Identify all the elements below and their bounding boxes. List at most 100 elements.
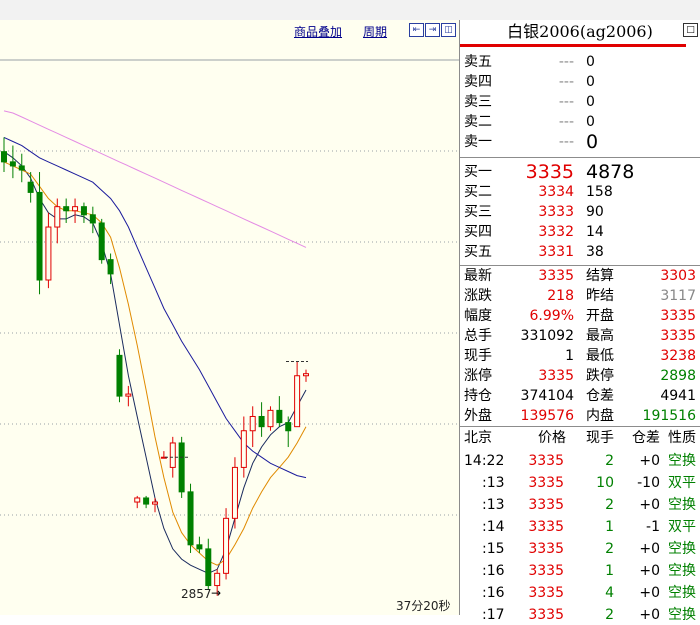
bid-price: 3335 <box>525 161 574 183</box>
window-restore-icon[interactable]: □ <box>683 23 698 37</box>
arrow-left-box-icon[interactable]: ⇤ <box>409 23 424 37</box>
candle-body <box>223 517 230 574</box>
candle-body <box>205 548 212 587</box>
candle-body <box>72 206 79 212</box>
countdown-label: 37分20秒 <box>396 599 451 613</box>
tick-price: 3335 <box>528 563 564 579</box>
tick-nature: 双平 <box>668 475 696 491</box>
tick-time: :16 <box>482 563 505 579</box>
tick-volume: 2 <box>605 497 614 513</box>
bid-row[interactable]: 买三 3333 90 <box>460 202 700 222</box>
tick-row[interactable]: :17 3335 2 +0 空换 <box>460 605 700 625</box>
bid-label: 买四 <box>464 224 492 240</box>
tick-diff: +0 <box>639 497 660 513</box>
bid-row[interactable]: 买一 3335 4878 <box>460 162 700 182</box>
divider <box>460 157 700 158</box>
candle-body <box>36 191 43 281</box>
candle-body <box>267 409 274 428</box>
bid-volume: 38 <box>586 244 604 260</box>
tick-nature: 空换 <box>668 607 696 623</box>
stat-label: 总手 <box>464 328 492 344</box>
tick-row[interactable]: :16 3335 1 +0 空换 <box>460 561 700 581</box>
period-link[interactable]: 周期 <box>363 23 387 40</box>
tick-row[interactable]: :16 3335 4 +0 空换 <box>460 583 700 603</box>
tick-price: 3335 <box>528 607 564 623</box>
overlay-commodity-link[interactable]: 商品叠加 <box>294 23 342 40</box>
tick-diff: +0 <box>639 453 660 469</box>
ask-volume: 0 <box>586 94 595 110</box>
candle-body <box>152 501 158 505</box>
candle-body <box>249 415 256 432</box>
bid-row[interactable]: 买四 3332 14 <box>460 222 700 242</box>
tick-time: :13 <box>482 475 505 491</box>
ask-volume: 0 <box>586 114 595 130</box>
stats-row: 现手 1 最低 3238 <box>460 346 700 366</box>
ask-row[interactable]: 卖二 --- 0 <box>460 112 700 132</box>
tick-row[interactable]: :15 3335 2 +0 空换 <box>460 539 700 559</box>
stat-label: 现手 <box>464 348 492 364</box>
ask-price: --- <box>558 114 574 130</box>
stats-row: 幅度 6.99% 开盘 3335 <box>460 306 700 326</box>
tick-time: :16 <box>482 585 505 601</box>
stat-value: 218 <box>547 288 574 304</box>
stat-label: 幅度 <box>464 308 492 324</box>
candle-body <box>80 206 87 216</box>
tick-row[interactable]: :13 3335 10 -10 双平 <box>460 473 700 493</box>
tick-row[interactable]: 14:22 3335 2 +0 空换 <box>460 451 700 471</box>
bid-label: 买五 <box>464 244 492 260</box>
bid-label: 买二 <box>464 184 492 200</box>
stats-row: 最新 3335 结算 3303 <box>460 266 700 286</box>
tick-row[interactable]: :14 3335 1 -1 双平 <box>460 517 700 537</box>
stat-value: 331092 <box>520 328 574 344</box>
tick-time: :15 <box>482 541 505 557</box>
bid-price: 3334 <box>538 184 574 200</box>
stat-value: 139576 <box>520 408 574 424</box>
candle-body <box>214 572 221 587</box>
divider <box>460 426 700 427</box>
ask-row[interactable]: 卖一 --- 0 <box>460 132 700 152</box>
kline-chart-panel[interactable]: 商品叠加 周期 ⇤ ⇥ ◫ 2857 → 37分20秒 <box>0 20 460 615</box>
candle-body <box>143 497 150 505</box>
bid-price: 3331 <box>538 244 574 260</box>
bid-row[interactable]: 买二 3334 158 <box>460 182 700 202</box>
tick-time: :14 <box>482 519 505 535</box>
tick-diff: +0 <box>639 563 660 579</box>
ask-label: 卖四 <box>464 74 492 90</box>
top-strip <box>0 0 700 21</box>
tick-price: 3335 <box>528 497 564 513</box>
stat-value: 3335 <box>660 328 696 344</box>
tick-volume: 2 <box>605 541 614 557</box>
stat-label: 内盘 <box>586 408 614 424</box>
stat-label: 外盘 <box>464 408 492 424</box>
ask-row[interactable]: 卖四 --- 0 <box>460 72 700 92</box>
stat-label: 昨结 <box>586 288 614 304</box>
stat-label: 结算 <box>586 268 614 284</box>
kline-chart[interactable] <box>0 20 459 615</box>
candle-body <box>1 151 7 163</box>
stats-row: 涨停 3335 跌停 2898 <box>460 366 700 386</box>
candle-body <box>27 181 34 193</box>
stat-label: 仓差 <box>586 388 614 404</box>
ticks-col-diff: 仓差 <box>632 430 660 446</box>
tick-price: 3335 <box>528 475 564 491</box>
candle-body <box>134 497 141 503</box>
ask-row[interactable]: 卖五 --- 0 <box>460 52 700 72</box>
split-panel-icon[interactable]: ◫ <box>441 23 456 37</box>
bid-row[interactable]: 买五 3331 38 <box>460 242 700 262</box>
ask-label: 卖五 <box>464 54 492 70</box>
tick-volume: 2 <box>605 607 614 623</box>
ask-row[interactable]: 卖三 --- 0 <box>460 92 700 112</box>
tick-time: :13 <box>482 497 505 513</box>
stat-label: 涨停 <box>464 368 492 384</box>
bid-volume: 4878 <box>586 161 635 183</box>
candle-body <box>116 354 123 397</box>
stat-label: 涨跌 <box>464 288 492 304</box>
stat-value: 4941 <box>660 388 696 404</box>
stat-label: 开盘 <box>586 308 614 324</box>
candle-body <box>187 491 194 546</box>
candle-body <box>125 393 132 397</box>
arrow-right-box-icon[interactable]: ⇥ <box>425 23 440 37</box>
tick-price: 3335 <box>528 585 564 601</box>
tick-diff: +0 <box>639 585 660 601</box>
tick-row[interactable]: :13 3335 2 +0 空换 <box>460 495 700 515</box>
